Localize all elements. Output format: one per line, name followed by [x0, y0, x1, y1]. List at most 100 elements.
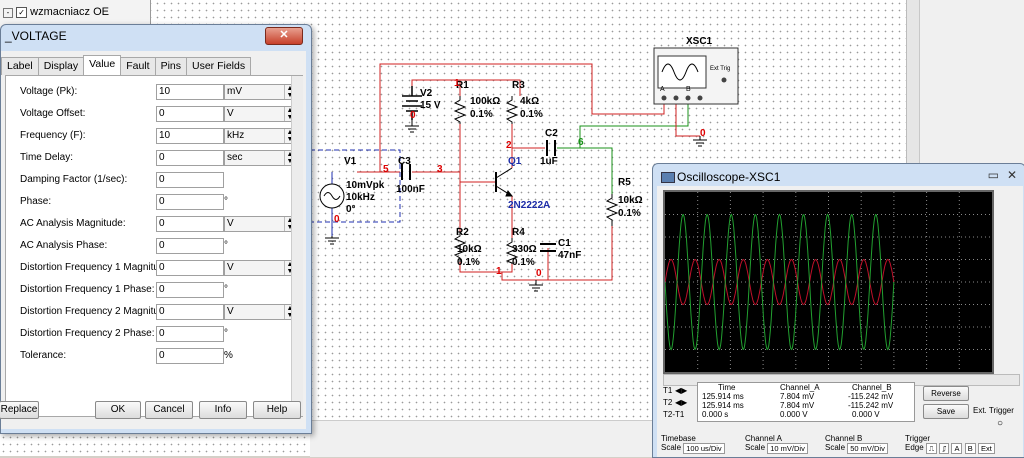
trigger-source-ext[interactable]: Ext	[977, 443, 995, 454]
node-label: 0	[536, 268, 542, 279]
voltage-offset-input[interactable]: 0	[156, 106, 224, 122]
close-icon[interactable]: ✕	[1007, 168, 1017, 182]
node-label: 6	[578, 137, 584, 148]
t2t1-label: T2-T1	[663, 410, 685, 419]
field-label: AC Analysis Magnitude:	[20, 218, 126, 229]
ac-magnitude-input[interactable]: 0	[156, 216, 224, 232]
wire	[557, 100, 689, 149]
v1-phase: 0°	[346, 204, 356, 215]
unit-value: sec	[227, 152, 243, 163]
v2-value: 15 V	[420, 100, 441, 111]
ground-symbol	[529, 280, 543, 292]
ext-trigger-label: Ext. Trigger	[973, 406, 1014, 415]
trigger-label: Trigger	[905, 434, 931, 443]
unit-select[interactable]: mV ▲ ▼	[224, 84, 296, 100]
dist1-phase-input[interactable]: 0	[156, 282, 224, 298]
tolerance-input[interactable]: 0	[156, 348, 224, 364]
node-label: 0	[334, 214, 340, 225]
tab-label[interactable]: Label	[1, 57, 39, 75]
trigger-source-a[interactable]: A	[951, 443, 963, 454]
r4-tolerance: 0.1%	[512, 257, 535, 268]
close-button[interactable]: ✕	[265, 27, 303, 45]
channel-a-group: Channel A Scale 10 mV/Div	[745, 434, 808, 454]
dist2-phase-input[interactable]: 0	[156, 326, 224, 342]
rising-edge-icon[interactable]: ⎍	[925, 443, 938, 454]
readout-header: Time	[718, 383, 736, 392]
node-label: 0	[410, 110, 416, 121]
t2-label: T2	[663, 398, 673, 407]
ext-trigger-terminal-icon[interactable]: ○	[997, 418, 1003, 429]
falling-edge-icon[interactable]: ⎎	[939, 443, 950, 454]
minimize-icon[interactable]: ▭	[988, 168, 999, 182]
tab-user-fields[interactable]: User Fields	[186, 57, 252, 75]
t2t1-time: 0.000 s	[702, 410, 729, 419]
ac-phase-input[interactable]: 0	[156, 238, 224, 254]
r5-value: 10kΩ	[618, 195, 643, 206]
dist1-magnitude-input[interactable]: 0	[156, 260, 224, 276]
reverse-button[interactable]: Reverse	[923, 386, 969, 401]
unit-text: °	[224, 328, 228, 339]
resistor-r1	[453, 96, 467, 124]
node-label: 5	[383, 164, 389, 175]
xsc1-b-label: B	[686, 86, 691, 93]
unit-text: °	[224, 240, 228, 251]
q1-collector	[495, 167, 513, 179]
channel-b-group: Channel B Scale 50 mV/Div	[825, 434, 888, 454]
unit-select[interactable]: sec ▲ ▼	[224, 150, 296, 166]
tab-pins[interactable]: Pins	[154, 57, 187, 75]
timebase-scale-label: Scale	[661, 443, 682, 452]
tab-display[interactable]: Display	[37, 57, 85, 75]
oscilloscope-screen[interactable]	[663, 190, 994, 374]
time-delay-input[interactable]: 0	[156, 150, 224, 166]
ground-symbol	[325, 236, 339, 245]
readout-header: Channel_A	[780, 383, 820, 392]
node-label: 1	[454, 78, 460, 89]
cancel-button[interactable]: Cancel	[145, 401, 193, 419]
unit-select[interactable]: V ▲ ▼	[224, 216, 296, 232]
unit-select[interactable]: V ▲ ▼	[224, 304, 296, 320]
r5-label: R5	[618, 177, 631, 188]
t2t1-channel-b: 0.000 V	[852, 410, 880, 419]
unit-select[interactable]: kHz ▲ ▼	[224, 128, 296, 144]
channel-b-scale-input[interactable]: 50 mV/Div	[847, 443, 888, 454]
dialog-title: _VOLTAGE	[5, 29, 67, 43]
node-label: 0	[700, 128, 706, 139]
trigger-source-b[interactable]: B	[964, 443, 976, 454]
dist2-magnitude-input[interactable]: 0	[156, 304, 224, 320]
trace-channel-b	[664, 213, 895, 351]
trigger-edge-label: Edge	[905, 443, 924, 452]
save-button[interactable]: Save	[923, 404, 969, 419]
wire	[412, 171, 461, 232]
unit-select[interactable]: V ▲ ▼	[224, 106, 296, 122]
field-label: Tolerance:	[20, 350, 67, 361]
t1-time: 125.914 ms	[702, 392, 744, 401]
timebase-scale-input[interactable]: 100 us/Div	[683, 443, 725, 454]
field-label: Distortion Frequency 1 Phase:	[20, 284, 155, 295]
channel-a-scale-input[interactable]: 10 mV/Div	[767, 443, 808, 454]
unit-select[interactable]: V ▲ ▼	[224, 260, 296, 276]
info-button[interactable]: Info	[199, 401, 247, 419]
xsc1-terminal	[661, 95, 667, 101]
replace-button[interactable]: Replace	[0, 401, 39, 419]
t2-arrows-icon[interactable]: ◀▶	[675, 398, 687, 407]
help-button[interactable]: Help	[253, 401, 301, 419]
node-label: 1	[496, 266, 502, 277]
unit-value: kHz	[227, 130, 245, 141]
field-label: Phase:	[20, 196, 52, 207]
damping-factor-input[interactable]: 0	[156, 172, 224, 188]
unit-value: V	[227, 108, 234, 119]
q1-label: Q1	[508, 156, 522, 167]
channel-b-scale-label: Scale	[825, 443, 846, 452]
tab-value[interactable]: Value	[83, 55, 122, 75]
voltage-pk-input[interactable]: 10	[156, 84, 224, 100]
channel-a-scale-label: Scale	[745, 443, 766, 452]
dialog-scrollbar[interactable]	[291, 76, 303, 416]
field-label: Voltage Offset:	[20, 108, 86, 119]
t1-arrows-icon[interactable]: ◀▶	[675, 386, 687, 395]
oscilloscope-window: Oscilloscope-XSC1 ▭ ✕ T1 ◀▶ T2 ◀▶ T2-T1 …	[652, 163, 1024, 458]
tab-fault[interactable]: Fault	[120, 57, 156, 75]
t1-channel-b: -115.242 mV	[848, 392, 894, 401]
phase-input[interactable]: 0	[156, 194, 224, 210]
frequency-input[interactable]: 10	[156, 128, 224, 144]
ok-button[interactable]: OK	[95, 401, 141, 419]
